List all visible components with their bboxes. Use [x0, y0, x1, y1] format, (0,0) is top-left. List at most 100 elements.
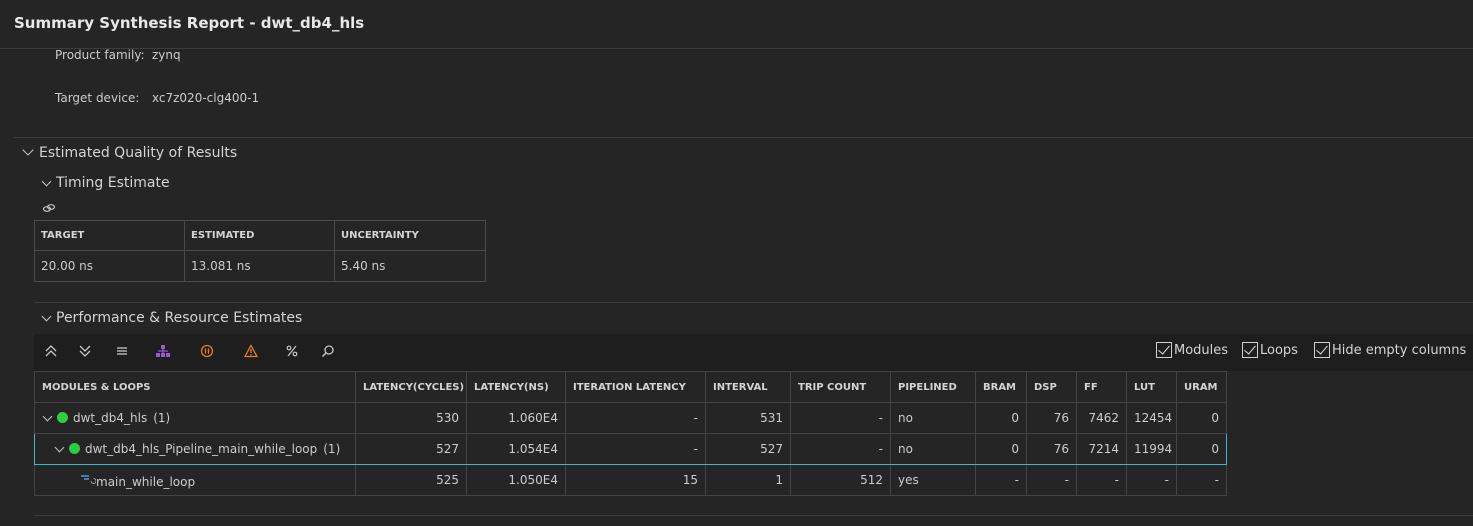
loops-checkbox[interactable]: Loops — [1242, 342, 1298, 358]
column-header[interactable]: FF — [1076, 371, 1127, 403]
loop-name-cell[interactable]: main_while_loop — [34, 464, 356, 496]
timing-uncertainty: 5.40 ns — [334, 250, 486, 282]
table-row-loop[interactable]: main_while_loop 525 1.050E4 15 1 512 yes… — [34, 464, 1227, 496]
table-cell: 76 — [1026, 402, 1077, 434]
pause-icon[interactable] — [199, 344, 215, 360]
column-header[interactable]: URAM — [1176, 371, 1227, 403]
timing-header: UNCERTAINTY — [334, 220, 486, 251]
table-cell: 0 — [1176, 402, 1227, 434]
table-cell: 527 — [705, 433, 791, 465]
list-icon[interactable] — [114, 344, 130, 360]
column-header[interactable]: ITERATION LATENCY — [565, 371, 706, 403]
table-cell: 15 — [565, 464, 706, 496]
table-cell: yes — [890, 464, 976, 496]
submodule-name-cell[interactable]: dwt_db4_hls_Pipeline_main_while_loop (1) — [34, 433, 356, 465]
table-row-submodule[interactable]: dwt_db4_hls_Pipeline_main_while_loop (1) … — [34, 433, 1227, 465]
timing-header: TARGET — [34, 220, 185, 251]
checkbox-checked-icon — [1314, 342, 1330, 358]
column-header[interactable]: INTERVAL — [705, 371, 791, 403]
module-name: dwt_db4_hls — [73, 411, 148, 425]
perf-table: MODULES & LOOPS LATENCY(CYCLES) LATENCY(… — [34, 371, 1227, 496]
module-name-cell[interactable]: dwt_db4_hls (1) — [34, 402, 356, 434]
hide-empty-columns-checkbox[interactable]: Hide empty columns — [1314, 342, 1466, 358]
table-cell: 0 — [975, 402, 1027, 434]
table-cell: no — [890, 402, 976, 434]
column-header[interactable]: LATENCY(CYCLES) — [355, 371, 467, 403]
chevron-down-icon[interactable] — [54, 442, 65, 453]
timing-table: TARGET ESTIMATED UNCERTAINTY 20.00 ns 13… — [34, 220, 486, 282]
section-qor-toggle[interactable]: Estimated Quality of Results — [22, 144, 238, 161]
table-cell: 1 — [705, 464, 791, 496]
collapse-all-icon[interactable] — [43, 344, 59, 360]
table-cell: 76 — [1026, 433, 1077, 465]
timing-estimated: 13.081 ns — [184, 250, 335, 282]
section-perf-title: Performance & Resource Estimates — [56, 310, 303, 326]
product-family-value: zynq — [152, 48, 181, 62]
module-count: (1) — [153, 411, 171, 425]
product-family-label: Product family: — [55, 48, 145, 62]
table-cell: - — [1026, 464, 1077, 496]
timing-target: 20.00 ns — [34, 250, 185, 282]
table-cell: 531 — [705, 402, 791, 434]
table-cell: - — [1076, 464, 1127, 496]
submodule-count: (1) — [323, 442, 341, 456]
chevron-down-icon — [41, 311, 52, 322]
table-cell: 512 — [790, 464, 891, 496]
section-perf-toggle[interactable]: Performance & Resource Estimates — [41, 310, 303, 326]
table-cell: 530 — [355, 402, 467, 434]
table-cell: no — [890, 433, 976, 465]
modules-checkbox[interactable]: Modules — [1156, 342, 1228, 358]
warning-icon[interactable] — [243, 344, 259, 360]
table-cell: - — [1176, 464, 1227, 496]
table-cell: 525 — [355, 464, 467, 496]
section-timing-title: Timing Estimate — [56, 175, 170, 191]
hierarchy-icon[interactable] — [155, 344, 171, 360]
loop-icon — [80, 472, 97, 489]
divider — [14, 137, 1473, 138]
column-header[interactable]: LUT — [1126, 371, 1177, 403]
loop-name: main_while_loop — [96, 474, 196, 489]
table-cell: 527 — [355, 433, 467, 465]
report-header: Summary Synthesis Report - dwt_db4_hls — [0, 0, 1473, 49]
timing-header: ESTIMATED — [184, 220, 335, 251]
link-icon[interactable] — [42, 201, 56, 218]
loops-checkbox-label: Loops — [1260, 342, 1298, 358]
chevron-down-icon — [22, 144, 34, 156]
chevron-down-icon[interactable] — [42, 411, 53, 422]
column-header[interactable]: TRIP COUNT — [790, 371, 891, 403]
table-cell: 12454 — [1126, 402, 1177, 434]
submodule-name: dwt_db4_hls_Pipeline_main_while_loop — [85, 442, 318, 456]
section-timing-toggle[interactable]: Timing Estimate — [41, 175, 170, 191]
table-cell: - — [790, 433, 891, 465]
status-ok-icon — [57, 412, 68, 423]
table-row-module[interactable]: dwt_db4_hls (1) 530 1.060E4 - 531 - no 0 … — [34, 402, 1227, 434]
report-title: Summary Synthesis Report - dwt_db4_hls — [14, 14, 365, 32]
section-qor-title: Estimated Quality of Results — [39, 145, 238, 161]
table-cell: - — [790, 402, 891, 434]
expand-all-icon[interactable] — [77, 344, 93, 360]
perf-toolbar: Modules Loops Hide empty columns — [34, 334, 1473, 371]
table-cell: 1.050E4 — [466, 464, 566, 496]
column-header[interactable]: PIPELINED — [890, 371, 976, 403]
table-cell: 0 — [975, 433, 1027, 465]
perf-header-row: MODULES & LOOPS LATENCY(CYCLES) LATENCY(… — [34, 371, 1227, 403]
table-cell: 11994 — [1126, 433, 1177, 465]
divider — [34, 302, 1473, 303]
target-device-label: Target device: — [55, 91, 140, 105]
hide-empty-columns-label: Hide empty columns — [1332, 342, 1467, 358]
table-cell: - — [1126, 464, 1177, 496]
column-header[interactable]: DSP — [1026, 371, 1077, 403]
column-header[interactable]: BRAM — [975, 371, 1027, 403]
table-cell: 0 — [1176, 433, 1227, 465]
target-device-value: xc7z020-clg400-1 — [152, 91, 260, 105]
column-header[interactable]: LATENCY(NS) — [466, 371, 566, 403]
product-family-row: Product family: zynq — [55, 48, 181, 62]
table-cell: 7214 — [1076, 433, 1127, 465]
percent-icon[interactable] — [284, 344, 300, 360]
checkbox-checked-icon — [1156, 342, 1172, 358]
column-header[interactable]: MODULES & LOOPS — [34, 371, 356, 403]
table-cell: 1.060E4 — [466, 402, 566, 434]
search-icon[interactable] — [320, 344, 336, 360]
table-cell: 1.054E4 — [466, 433, 566, 465]
table-cell: - — [565, 402, 706, 434]
